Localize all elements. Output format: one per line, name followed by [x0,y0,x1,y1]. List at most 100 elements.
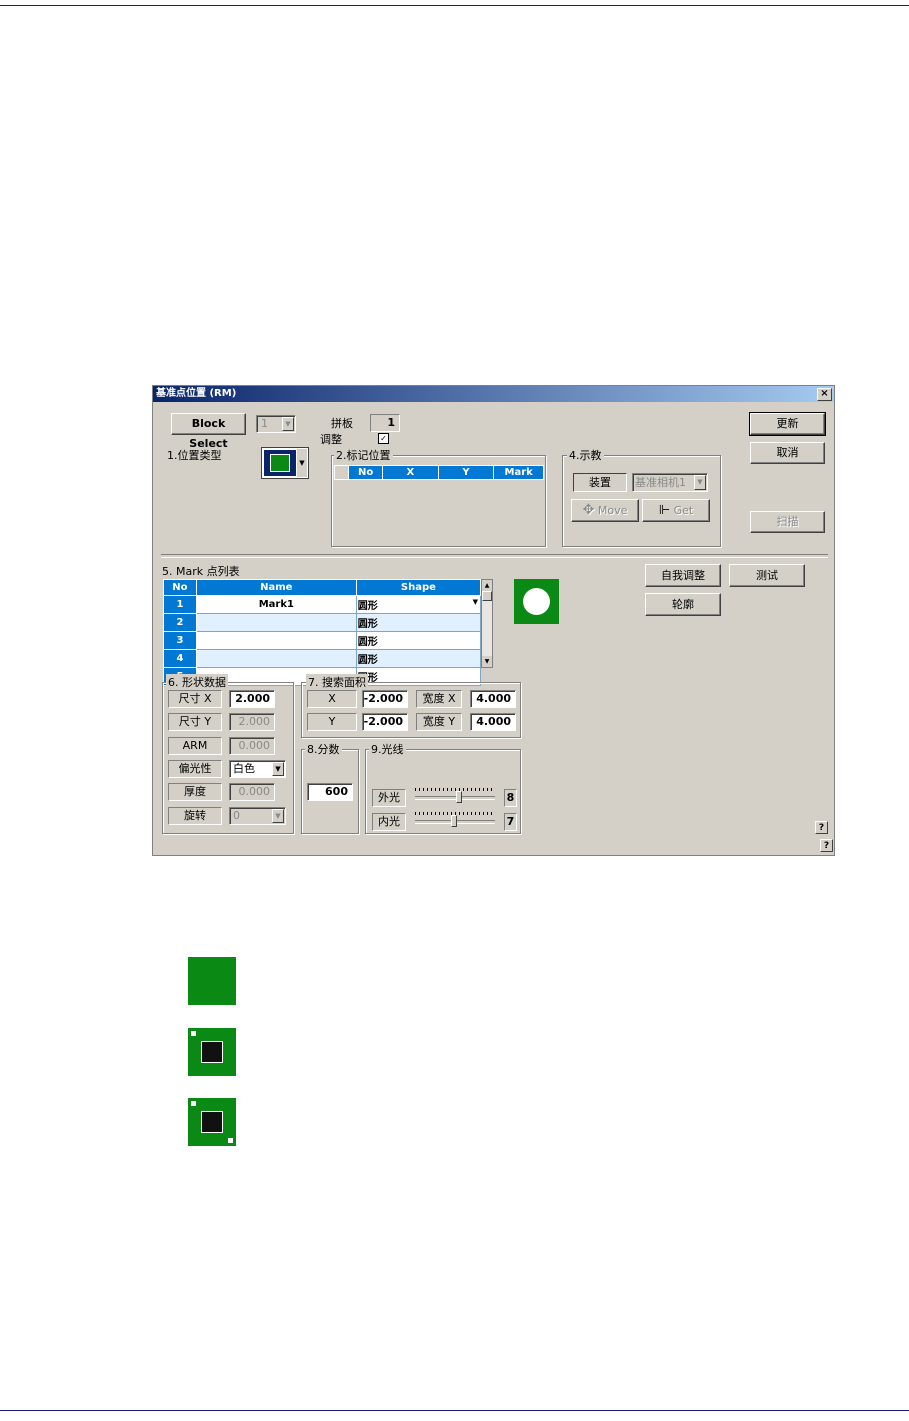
search-y-input[interactable]: -2.000 [362,713,408,731]
inner-light-slider[interactable] [415,810,497,830]
search-area-title: 7. 搜索面积 [306,674,368,690]
adjust-checkbox[interactable]: ✓ [378,433,389,444]
slider-track [415,796,495,800]
fiducial-chip-dual-icon [188,1098,236,1146]
mark-shape-preview [514,579,559,624]
score-input[interactable]: 600 [307,783,353,801]
cancel-button[interactable]: 取消 [750,442,825,464]
arm-input[interactable]: 0.000 [229,737,275,755]
search-x-label: X [307,690,357,708]
mark-list-scrollbar[interactable]: ▲ ▼ [481,579,493,668]
chevron-down-icon[interactable]: ▼ [694,475,706,490]
teach-title: 4.示教 [567,447,604,463]
table-row[interactable]: 2 圆形 [163,613,482,632]
pinban-value: 1 [370,414,400,432]
camera-value: 基准相机1 [635,476,686,489]
outer-light-slider[interactable] [415,786,497,806]
table-row[interactable]: 4 圆形 [163,649,482,668]
shape-value: 圆形 [357,601,378,612]
mark-name-cell[interactable] [195,649,357,668]
help-icon[interactable]: ? [820,839,833,852]
chevron-down-icon[interactable]: ▼ [473,598,478,606]
mark-shape-cell[interactable]: 圆形 [355,649,482,668]
search-x-input[interactable]: -2.000 [362,690,408,708]
self-adjust-button[interactable]: 自我调整 [645,564,721,587]
contour-button[interactable]: 轮廓 [645,593,721,616]
slider-thumb[interactable] [451,815,457,827]
get-button[interactable]: ⊩ Get [642,499,710,522]
corner-mark-icon [228,1138,233,1143]
thickness-input[interactable]: 0.000 [229,783,275,801]
width-x-label: 宽度 X [416,690,462,708]
table-row[interactable]: 3 圆形 [163,631,482,650]
scroll-down-icon[interactable]: ▼ [482,656,492,667]
mark-position-table[interactable]: No X Y Mark [333,465,544,480]
rotation-combo[interactable]: 0 ▼ [229,807,286,825]
position-type-selected [264,450,296,476]
move-button[interactable]: ✥ Move [571,499,639,522]
mark-name-cell[interactable]: Mark1 [195,595,357,614]
help-icon[interactable]: ? [815,821,828,834]
arm-label: ARM [168,737,222,755]
inner-light-label: 内光 [372,813,406,831]
fiducial-board-icon [188,957,236,1005]
size-x-input[interactable]: 2.000 [229,690,275,708]
mark-shape-cell[interactable]: 圆形 [355,613,482,632]
size-x-label: 尺寸 X [168,690,222,708]
size-y-input[interactable]: 2.000 [229,713,275,731]
column-header: Name [195,579,357,596]
block-select-combo[interactable]: 1 ▼ [256,415,296,433]
page-top-rule [0,5,909,6]
table-header-row: No Name Shape [163,579,482,596]
outer-light-label: 外光 [372,789,406,807]
table-row[interactable]: 1 Mark1 圆形 ▼ [163,595,482,614]
chevron-down-icon[interactable]: ▼ [272,762,284,776]
move-arrows-icon: ✥ [582,502,595,518]
width-x-input[interactable]: 4.000 [470,690,516,708]
corner-mark-icon [191,1101,196,1106]
column-header [333,465,350,480]
mark-position-title: 2.标记位置 [334,447,393,463]
scan-button[interactable]: 扫描 [750,511,825,533]
polarity-value: 白色 [233,762,255,775]
close-icon[interactable]: × [817,388,832,401]
chevron-down-icon[interactable]: ▼ [272,809,284,823]
chevron-down-icon[interactable]: ▼ [297,449,307,477]
chip-icon [197,1041,227,1063]
corner-mark-icon [191,1031,196,1036]
mark-shape-cell[interactable]: 圆形 ▼ [355,595,482,614]
column-header: X [382,465,439,480]
test-button[interactable]: 测试 [729,564,805,587]
light-title: 9.光线 [369,741,406,757]
mark-list-table[interactable]: No Name Shape 1 Mark1 圆形 ▼ 2 圆形 3 圆形 4 圆形… [163,579,482,686]
scroll-thumb[interactable] [482,591,492,601]
update-button[interactable]: 更新 [749,412,826,436]
mark-name-cell[interactable] [195,613,357,632]
get-coordinates-icon: ⊩ [658,503,671,518]
chevron-down-icon[interactable]: ▼ [282,417,294,431]
fiducial-chip-icon [188,1028,236,1076]
thickness-label: 厚度 [168,783,222,801]
page-bottom-rule [0,1410,909,1411]
table-header-row: No X Y Mark [333,465,544,480]
camera-combo[interactable]: 基准相机1 ▼ [632,473,708,492]
row-number: 2 [163,613,197,632]
device-label: 装置 [573,473,627,492]
block-select-button[interactable]: Block Select [171,413,246,450]
move-label: Move [597,504,628,517]
position-type-title: 1.位置类型 [167,449,222,462]
dialog-title: 基准点位置 (RM) [153,386,834,402]
row-number: 3 [163,631,197,650]
row-number: 1 [163,595,197,614]
mark-shape-cell[interactable]: 圆形 [355,631,482,650]
scroll-up-icon[interactable]: ▲ [482,580,492,591]
slider-ticks [415,788,495,791]
get-label: Get [673,504,694,517]
slider-thumb[interactable] [456,791,462,803]
polarity-combo[interactable]: 白色 ▼ [229,760,286,778]
score-title: 8.分数 [305,741,342,757]
width-y-input[interactable]: 4.000 [470,713,516,731]
pinban-label: 拼板 [331,417,353,430]
mark-name-cell[interactable] [195,631,357,650]
position-type-combo[interactable]: ▼ [261,447,309,479]
